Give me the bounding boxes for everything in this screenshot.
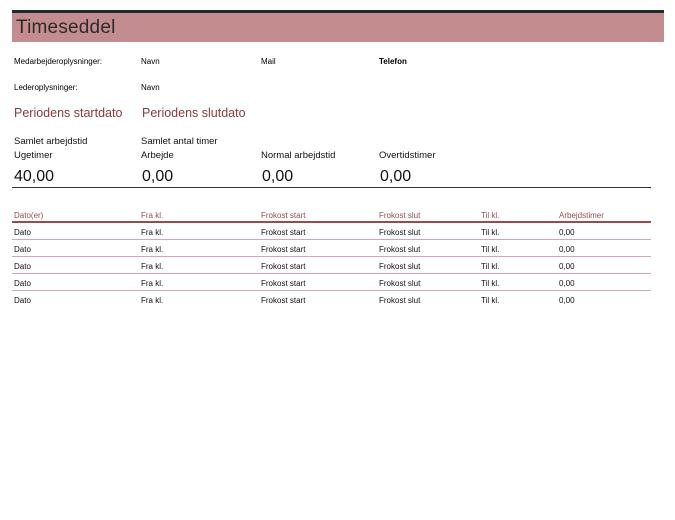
summary-rule bbox=[12, 187, 651, 188]
cell-lunch-end[interactable]: Frokost slut bbox=[379, 279, 420, 288]
cell-date[interactable]: Dato bbox=[14, 262, 31, 271]
employee-phone[interactable]: Telefon bbox=[379, 57, 407, 66]
summary-week-hours-label: Ugetimer bbox=[14, 150, 53, 161]
cell-from[interactable]: Fra kl. bbox=[141, 279, 163, 288]
page-title: Timeseddel bbox=[16, 17, 116, 38]
cell-to[interactable]: Til kl. bbox=[481, 262, 499, 271]
cell-to[interactable]: Til kl. bbox=[481, 228, 499, 237]
manager-label: Lederoplysninger: bbox=[14, 83, 78, 92]
cell-date[interactable]: Dato bbox=[14, 296, 31, 305]
cell-to[interactable]: Til kl. bbox=[481, 279, 499, 288]
cell-date[interactable]: Dato bbox=[14, 228, 31, 237]
employee-name[interactable]: Navn bbox=[141, 57, 160, 66]
cell-work-hours: 0,00 bbox=[559, 279, 575, 288]
cell-from[interactable]: Fra kl. bbox=[141, 245, 163, 254]
summary-work-value: 0,00 bbox=[142, 168, 174, 185]
summary-work-label: Arbejde bbox=[141, 150, 174, 161]
cell-lunch-end[interactable]: Frokost slut bbox=[379, 245, 420, 254]
employee-mail[interactable]: Mail bbox=[261, 57, 276, 66]
summary-normal-value: 0,00 bbox=[262, 168, 294, 185]
title-bar: Timeseddel bbox=[12, 13, 664, 42]
summary-overtime-label: Overtidstimer bbox=[379, 150, 436, 161]
period-end[interactable]: Periodens slutdato bbox=[142, 106, 246, 120]
manager-name[interactable]: Navn bbox=[141, 83, 160, 92]
cell-from[interactable]: Fra kl. bbox=[141, 296, 163, 305]
cell-to[interactable]: Til kl. bbox=[481, 296, 499, 305]
timesheet-page: Timeseddel Medarbejderoplysninger: Navn … bbox=[0, 0, 675, 520]
cell-lunch-end[interactable]: Frokost slut bbox=[379, 228, 420, 237]
cell-work-hours: 0,00 bbox=[559, 245, 575, 254]
row-rule bbox=[12, 256, 651, 257]
summary-overtime-value: 0,00 bbox=[380, 168, 412, 185]
cell-lunch-start[interactable]: Frokost start bbox=[261, 262, 305, 271]
row-rule bbox=[12, 239, 651, 240]
cell-date[interactable]: Dato bbox=[14, 245, 31, 254]
row-rule bbox=[12, 273, 651, 274]
column-header-work-hours: Arbejdstimer bbox=[559, 211, 604, 220]
column-header-from: Fra kl. bbox=[141, 211, 164, 220]
cell-date[interactable]: Dato bbox=[14, 279, 31, 288]
table-header-rule bbox=[12, 221, 651, 223]
cell-lunch-start[interactable]: Frokost start bbox=[261, 245, 305, 254]
summary-total-worktime-label: Samlet arbejdstid bbox=[14, 136, 88, 147]
cell-lunch-start[interactable]: Frokost start bbox=[261, 228, 305, 237]
column-header-date: Dato(er) bbox=[14, 211, 44, 220]
cell-lunch-start[interactable]: Frokost start bbox=[261, 279, 305, 288]
employee-label: Medarbejderoplysninger: bbox=[14, 57, 103, 66]
column-header-lunch-end: Frokost slut bbox=[379, 211, 421, 220]
row-rule bbox=[12, 290, 651, 291]
column-header-lunch-start: Frokost start bbox=[261, 211, 306, 220]
cell-to[interactable]: Til kl. bbox=[481, 245, 499, 254]
cell-lunch-start[interactable]: Frokost start bbox=[261, 296, 305, 305]
cell-from[interactable]: Fra kl. bbox=[141, 262, 163, 271]
cell-work-hours: 0,00 bbox=[559, 262, 575, 271]
period-start[interactable]: Periodens startdato bbox=[14, 106, 122, 120]
column-header-to: Til kl. bbox=[481, 211, 500, 220]
cell-work-hours: 0,00 bbox=[559, 296, 575, 305]
summary-normal-label: Normal arbejdstid bbox=[261, 150, 336, 161]
summary-total-hours-label: Samlet antal timer bbox=[141, 136, 218, 147]
summary-week-hours-value[interactable]: 40,00 bbox=[14, 168, 54, 186]
cell-lunch-end[interactable]: Frokost slut bbox=[379, 296, 420, 305]
cell-from[interactable]: Fra kl. bbox=[141, 228, 163, 237]
cell-work-hours: 0,00 bbox=[559, 228, 575, 237]
cell-lunch-end[interactable]: Frokost slut bbox=[379, 262, 420, 271]
